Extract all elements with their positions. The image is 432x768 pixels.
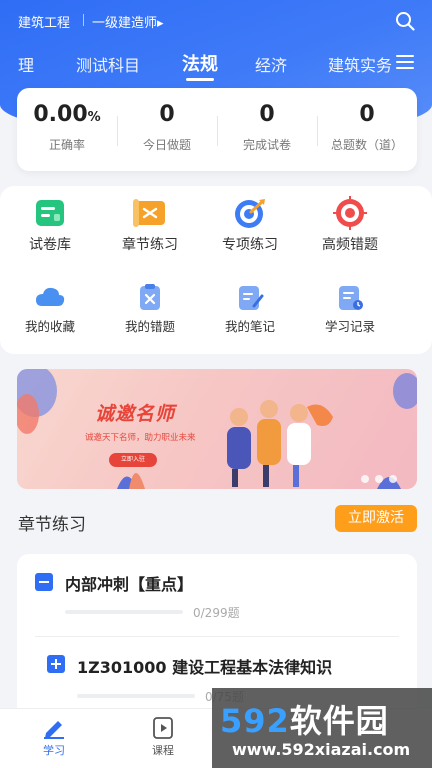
note-pen-icon <box>239 286 264 310</box>
menu-icon[interactable] <box>396 55 414 69</box>
expand-icon[interactable] <box>47 655 65 673</box>
tab-subject-1[interactable]: 理 <box>18 52 34 76</box>
stat-total: 0 总题数（道） <box>317 102 417 153</box>
divider <box>83 14 84 26</box>
stat-label: 总题数（道） <box>330 138 403 152</box>
high-freq-target-icon <box>333 196 367 230</box>
feature-high-freq[interactable]: 高频错题 <box>305 196 395 254</box>
play-course-icon <box>153 717 173 739</box>
nav-study[interactable]: 学习 <box>24 717 84 758</box>
stat-papers: 0 完成试卷 <box>217 102 317 153</box>
pen-study-icon <box>44 721 64 739</box>
feature-label: 章节练习 <box>122 237 178 253</box>
stat-label: 正确率 <box>48 138 85 152</box>
cloud-favorite-icon <box>36 287 65 306</box>
banner-illustration <box>17 369 417 489</box>
nav-label: 学习 <box>43 744 65 757</box>
promo-banner[interactable]: 诚邀名师 诚邀天下名师，助力职业未来 立即入驻 <box>17 369 417 489</box>
stat-value: 0 <box>359 102 375 127</box>
tab-subject-4[interactable]: 经济 <box>255 52 287 76</box>
feature-label: 试卷库 <box>29 237 71 253</box>
collapse-icon[interactable] <box>35 573 53 591</box>
tab-subject-2[interactable]: 测试科目 <box>76 52 140 76</box>
watermark: 592软件园 www.592xiazai.com <box>212 688 432 768</box>
subject-tabs: 理 测试科目 法规 经济 建筑实务 <box>0 46 432 82</box>
stat-value: 0 <box>159 102 175 127</box>
carousel-dots <box>361 468 403 487</box>
nav-label: 课程 <box>152 744 174 757</box>
chapter-title[interactable]: 内部冲刺【重点】 <box>65 571 193 595</box>
feature-notes[interactable]: 我的笔记 <box>205 284 295 335</box>
top-bar: 建筑工程 一级建造师▸ <box>0 0 432 40</box>
stat-value: 0.00 <box>33 102 88 127</box>
feature-label: 我的收藏 <box>24 319 75 334</box>
divider <box>35 636 399 637</box>
stat-today: 0 今日做题 <box>117 102 217 153</box>
chapter-scroll-icon <box>133 199 165 227</box>
paper-bank-icon <box>36 200 64 226</box>
progress-bar <box>77 694 195 698</box>
feature-label: 我的错题 <box>124 319 175 334</box>
wrong-clipboard-icon <box>140 284 160 310</box>
record-clock-icon <box>339 286 363 310</box>
feature-label: 高频错题 <box>322 237 378 253</box>
active-tab-indicator <box>186 78 214 81</box>
watermark-url: www.592xiazai.com <box>232 740 411 759</box>
exam-selector[interactable]: 建筑工程 <box>18 12 70 31</box>
watermark-brand: 592软件园 <box>220 696 389 742</box>
feature-label: 学习记录 <box>324 319 375 334</box>
stat-unit: % <box>87 110 101 125</box>
activate-button[interactable]: 立即激活 <box>335 505 417 532</box>
target-icon <box>235 199 265 228</box>
stat-label: 完成试卷 <box>242 138 291 152</box>
feature-records[interactable]: 学习记录 <box>305 284 395 335</box>
feature-label: 我的笔记 <box>224 319 275 334</box>
feature-wrong[interactable]: 我的错题 <box>105 284 195 335</box>
feature-favorites[interactable]: 我的收藏 <box>5 284 95 335</box>
progress-count: 0/299题 <box>193 606 240 620</box>
search-icon[interactable] <box>395 11 415 31</box>
stat-label: 今日做题 <box>142 138 191 152</box>
chapter-title[interactable]: 1Z301000 建设工程基本法律知识 <box>77 654 332 678</box>
stat-accuracy: 0.00% 正确率 <box>17 102 117 153</box>
banner-join-button[interactable]: 立即入驻 <box>109 453 157 467</box>
level-selector[interactable]: 一级建造师▸ <box>92 12 164 31</box>
feature-label: 专项练习 <box>222 237 278 253</box>
progress-bar <box>65 610 183 614</box>
watermark-text: 软件园 <box>289 702 389 740</box>
banner-title: 诚邀名师 <box>95 403 176 425</box>
tab-subject-3[interactable]: 法规 <box>182 50 218 76</box>
feature-paper-bank[interactable]: 试卷库 <box>5 196 95 254</box>
stat-value: 0 <box>259 102 275 127</box>
stats-card: 0.00% 正确率 0 今日做题 0 完成试卷 0 总题数（道） <box>17 88 417 171</box>
watermark-number: 592 <box>220 702 290 740</box>
section-title: 章节练习 <box>18 515 86 535</box>
feature-grid: 试卷库 章节练习 专项练习 高频错题 我的收藏 我的错题 我的笔记 学习记录 <box>0 186 432 354</box>
nav-course[interactable]: 课程 <box>133 717 193 758</box>
tab-subject-5[interactable]: 建筑实务 <box>328 52 392 76</box>
feature-special[interactable]: 专项练习 <box>205 196 295 254</box>
feature-chapter[interactable]: 章节练习 <box>105 196 195 254</box>
banner-subtitle: 诚邀天下名师，助力职业未来 <box>85 433 196 443</box>
